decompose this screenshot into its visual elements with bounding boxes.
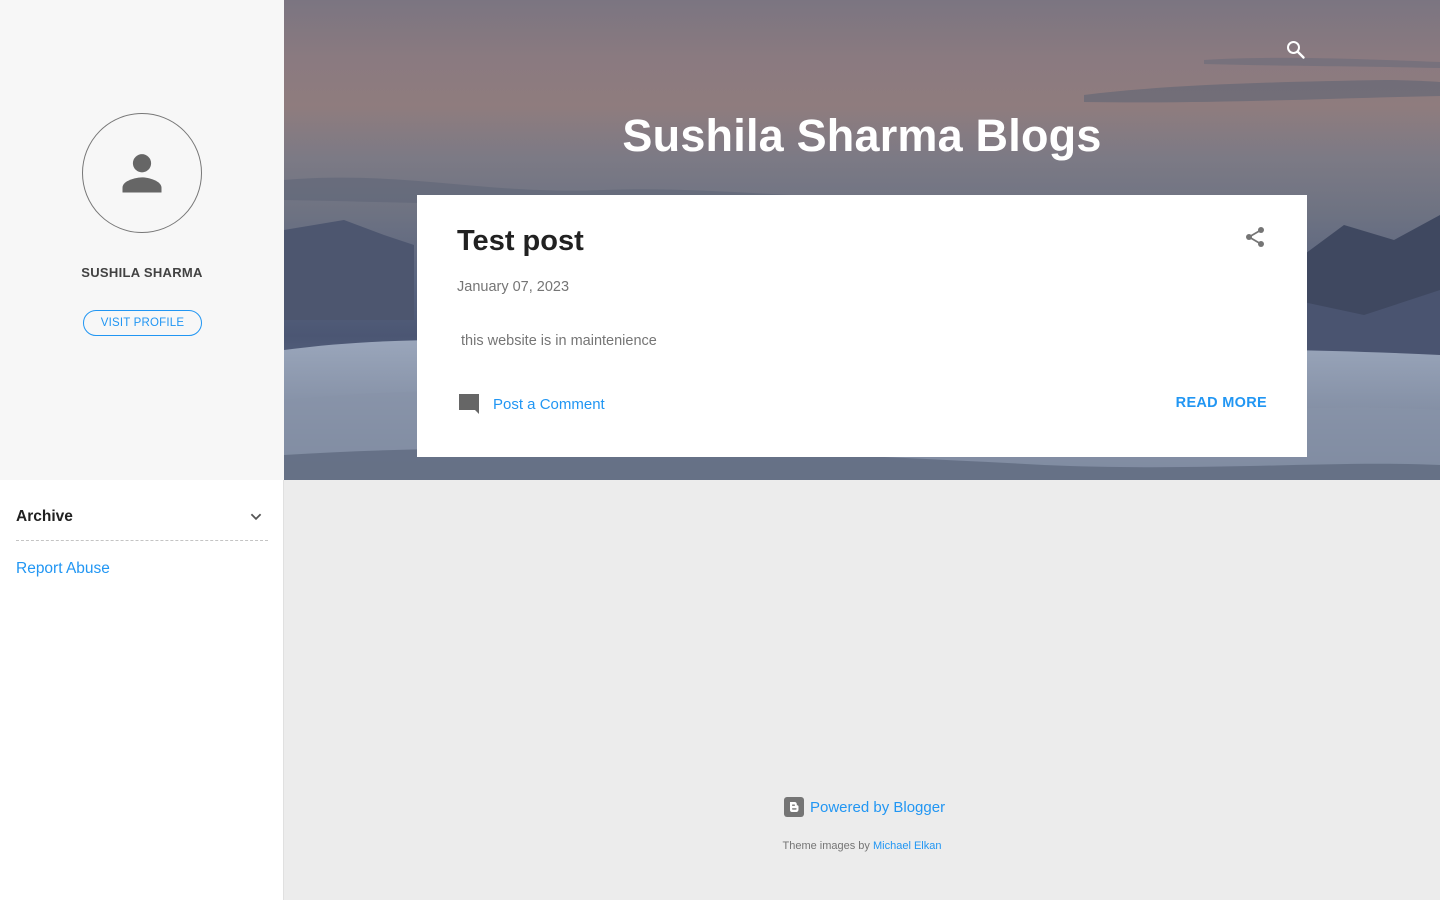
share-icon — [1246, 227, 1264, 247]
visit-profile-button[interactable]: VISIT PROFILE — [83, 310, 202, 336]
post-comment-link[interactable]: Post a Comment — [457, 392, 605, 416]
blog-title[interactable]: Sushila Sharma Blogs — [284, 110, 1440, 162]
powered-by-label: Powered by Blogger — [810, 798, 946, 816]
archive-label: Archive — [16, 508, 73, 525]
profile-section: SUSHILA SHARMA VISIT PROFILE — [0, 0, 284, 480]
search-button[interactable] — [1284, 38, 1308, 62]
person-icon — [122, 154, 162, 193]
theme-credit-prefix: Theme images by — [782, 840, 870, 852]
archive-widget[interactable]: Archive — [16, 494, 268, 541]
chevron-down-icon[interactable] — [244, 505, 268, 529]
sidebar: SUSHILA SHARMA VISIT PROFILE Archive Rep… — [0, 0, 284, 900]
search-icon — [1287, 41, 1305, 59]
post-date[interactable]: January 07, 2023 — [457, 279, 569, 295]
avatar[interactable] — [82, 113, 202, 233]
comment-icon — [459, 394, 479, 414]
post-snippet: this website is in maintenience — [461, 333, 657, 349]
theme-credit: Theme images by Michael Elkan — [0, 840, 1440, 852]
theme-author-link[interactable]: Michael Elkan — [873, 840, 941, 852]
share-button[interactable] — [1243, 225, 1267, 249]
report-abuse-link[interactable]: Report Abuse — [16, 560, 110, 578]
powered-by-blogger-link[interactable]: Powered by Blogger — [784, 797, 945, 817]
post-title[interactable]: Test post — [457, 225, 584, 258]
blogger-logo-icon — [784, 797, 804, 817]
profile-name: SUSHILA SHARMA — [81, 265, 203, 280]
post-comment-label: Post a Comment — [493, 395, 605, 413]
post-card: Test post January 07, 2023 this website … — [417, 195, 1307, 457]
read-more-link[interactable]: READ MORE — [1176, 395, 1267, 411]
